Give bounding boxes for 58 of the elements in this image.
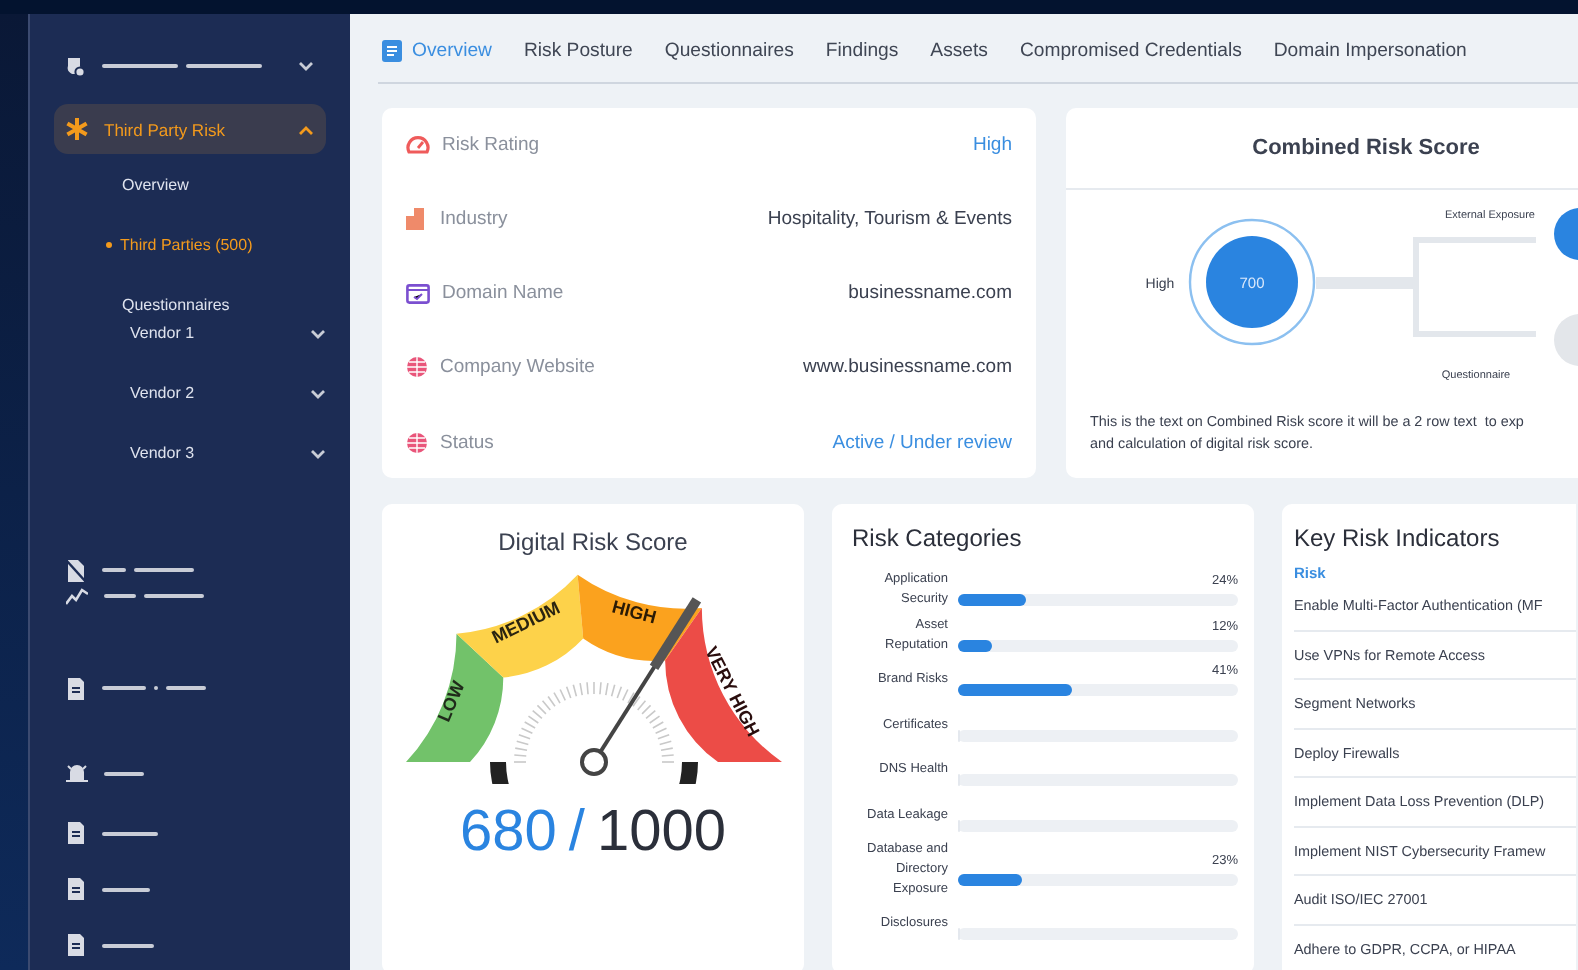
active-dot	[106, 242, 112, 249]
field-label: Domain Name	[442, 282, 566, 304]
document-icon	[66, 934, 86, 957]
field-label: Status	[440, 431, 496, 453]
field-label: Industry	[440, 207, 510, 230]
tab[interactable]: Findings	[809, 40, 915, 62]
redacted-label	[104, 771, 144, 776]
document-icon	[66, 878, 86, 901]
tab[interactable]: Assets	[914, 40, 1004, 62]
globe-icon	[406, 356, 428, 379]
redacted-label	[102, 568, 194, 573]
field-value: Active / Under review	[832, 431, 1012, 453]
sidebar-subitem[interactable]: Questionnaires	[122, 292, 326, 319]
globe-icon	[406, 431, 428, 453]
chevron-down-icon[interactable]	[310, 387, 326, 400]
document-icon	[382, 40, 402, 62]
browser-icon	[406, 283, 430, 303]
shield-icon	[66, 55, 86, 78]
redacted-label	[102, 887, 150, 892]
field-value: High	[972, 133, 1012, 155]
field-label: Company Website	[440, 356, 597, 379]
tab[interactable]: Risk Posture	[507, 40, 649, 62]
field-value: www.businessname.com	[802, 356, 1012, 379]
chevron-down-icon[interactable]	[310, 327, 326, 340]
card-title: Combined Risk Score	[1252, 136, 1480, 160]
tab[interactable]: Domain Impersonation	[1257, 40, 1483, 62]
field-label: Risk Rating	[442, 133, 542, 155]
document-icon	[66, 677, 86, 700]
chevron-up-icon[interactable]	[298, 123, 314, 136]
score-text: 680 / 1000	[460, 800, 726, 866]
sidebar-item[interactable]: Third Party Risk	[54, 104, 326, 155]
sidebar-subitem[interactable]: Overview	[122, 172, 326, 199]
source-node	[1554, 314, 1578, 366]
gauge-icon	[406, 133, 430, 155]
alarm-icon	[66, 762, 88, 785]
sidebar-subitem[interactable]: Third Parties (500)	[106, 232, 326, 259]
asterisk-icon	[66, 118, 88, 141]
sidebar-subitem[interactable]: Vendor 1	[130, 324, 195, 343]
sidebar-subitem[interactable]: Vendor 3	[130, 444, 195, 463]
tab[interactable]: Questionnaires	[648, 40, 810, 62]
chevron-down-icon[interactable]	[298, 60, 314, 73]
card-title: Digital Risk Score	[498, 528, 688, 556]
lock-document-icon	[66, 559, 86, 582]
redacted-label	[102, 943, 154, 948]
tab[interactable]: Compromised Credentials	[1003, 40, 1258, 62]
document-icon	[66, 822, 86, 845]
field-value: businessname.com	[848, 282, 1012, 304]
building-icon	[406, 207, 428, 230]
redacted-label	[102, 686, 206, 691]
field-value: Hospitality, Tourism & Events	[767, 207, 1012, 230]
sidebar-subitem[interactable]: Vendor 2	[130, 384, 195, 403]
card-title: Risk Categories	[852, 524, 1024, 552]
chevron-down-icon[interactable]	[310, 447, 326, 460]
redacted-label	[104, 594, 204, 599]
trend-icon	[66, 587, 88, 606]
card-title: Key Risk Indicators	[1294, 524, 1502, 552]
source-node	[1554, 208, 1578, 260]
redacted-label	[102, 831, 158, 836]
